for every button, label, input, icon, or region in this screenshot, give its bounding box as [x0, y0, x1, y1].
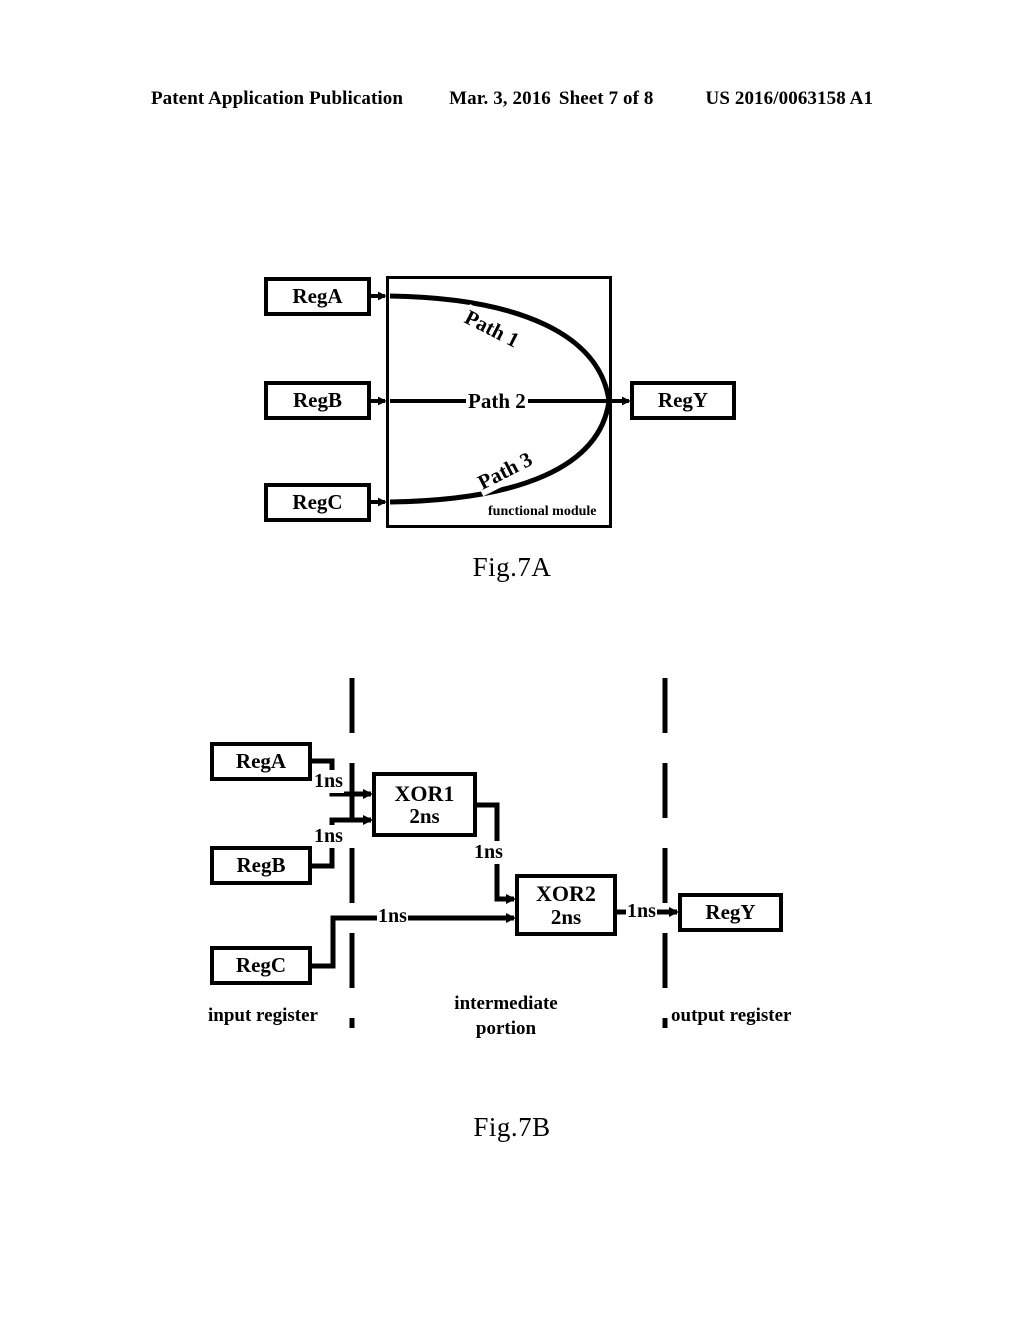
- delay-label-xor2-to-regy: 1ns: [626, 900, 657, 923]
- zone-label-output-register: output register: [671, 1005, 792, 1026]
- register-box-regc-7b[interactable]: RegC: [210, 946, 312, 985]
- gate-delay-xor2: 2ns: [550, 904, 582, 929]
- register-box-regy[interactable]: RegY: [630, 381, 736, 420]
- figure-caption-7a: Fig.7A: [472, 552, 552, 582]
- register-box-rega[interactable]: RegA: [264, 277, 371, 316]
- register-label-regc-7b: RegC: [235, 953, 287, 978]
- register-label-regy: RegY: [657, 388, 709, 413]
- register-box-rega-7b[interactable]: RegA: [210, 742, 312, 781]
- register-label-regb-7b: RegB: [236, 853, 286, 878]
- header-publication: Patent Application Publication: [150, 88, 404, 109]
- header-sheet: Sheet 7 of 8: [558, 88, 654, 109]
- gate-label-xor2: XOR2: [536, 881, 596, 907]
- delay-label-regb-to-xor1: 1ns: [313, 825, 344, 848]
- register-box-regy-7b[interactable]: RegY: [678, 893, 783, 932]
- zone-label-intermediate-portion: intermediate portion: [454, 993, 558, 1039]
- figure-7a: functional module RegA RegB RegC RegY Pa…: [0, 250, 1024, 570]
- header-document-number: US 2016/0063158 A1: [705, 88, 874, 109]
- figure-caption-7b: Fig.7B: [473, 1112, 551, 1142]
- register-box-regb-7b[interactable]: RegB: [210, 846, 312, 885]
- delay-label-xor1-to-xor2: 1ns: [473, 841, 504, 864]
- gate-box-xor1[interactable]: XOR1 2ns: [372, 772, 477, 837]
- header-date: Mar. 3, 2016: [449, 88, 551, 109]
- gate-box-xor2[interactable]: XOR2 2ns: [515, 874, 617, 936]
- delay-label-rega-to-xor1: 1ns: [313, 770, 344, 793]
- register-label-regc: RegC: [292, 490, 343, 515]
- register-box-regc[interactable]: RegC: [264, 483, 371, 522]
- gate-label-xor1: XOR1: [394, 780, 455, 806]
- register-box-regb[interactable]: RegB: [264, 381, 371, 420]
- register-label-regb: RegB: [293, 388, 342, 413]
- gate-delay-xor1: 2ns: [409, 804, 440, 829]
- functional-module-label: functional module: [488, 504, 597, 519]
- page-header: Patent Application Publication Mar. 3, 2…: [0, 88, 1024, 110]
- path-label-2: Path 2: [466, 389, 528, 414]
- zone-label-input-register: input register: [208, 1005, 318, 1026]
- register-label-regy-7b: RegY: [705, 900, 756, 925]
- delay-label-regc-to-xor2: 1ns: [377, 905, 408, 928]
- register-label-rega-7b: RegA: [235, 749, 287, 774]
- figure-7b: RegA RegB RegC XOR1 2ns XOR2 2ns RegY 1n…: [0, 660, 1024, 1060]
- register-label-rega: RegA: [292, 284, 343, 309]
